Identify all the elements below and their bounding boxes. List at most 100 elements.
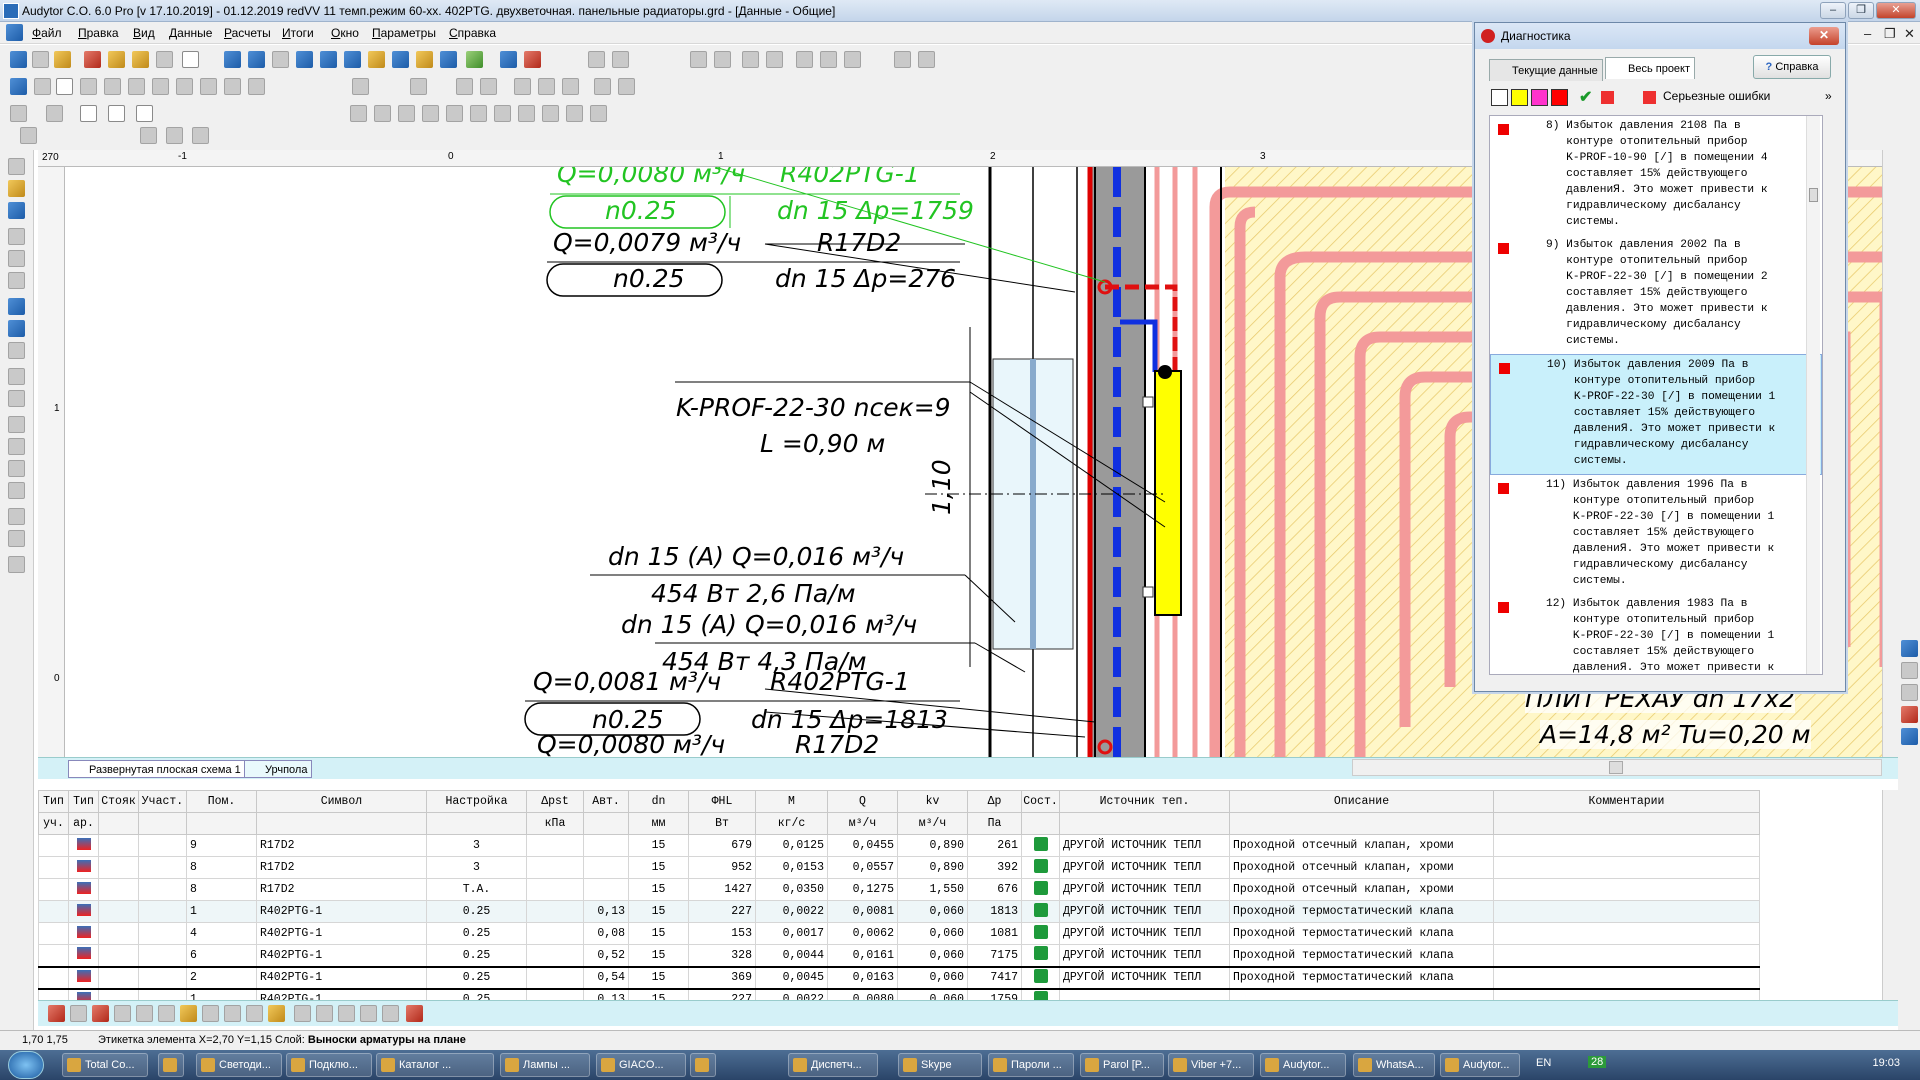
col-symbol[interactable]: Символ — [256, 790, 427, 813]
table-cell[interactable]: 0,060 — [897, 922, 968, 945]
draw-line-icon[interactable] — [352, 78, 369, 95]
drawing-vscroll[interactable] — [1882, 150, 1898, 757]
table-cell[interactable]: 952 — [688, 856, 756, 879]
bottom-tool-3-icon[interactable] — [92, 1005, 109, 1022]
menu-totals[interactable]: Итоги — [282, 26, 314, 40]
table-cell[interactable]: R402PTG-1 — [256, 900, 427, 923]
table-cell[interactable] — [38, 944, 69, 967]
table-cell[interactable]: R402PTG-1 — [256, 944, 427, 967]
col-description[interactable]: Описание — [1229, 790, 1494, 813]
valve-icon[interactable] — [416, 51, 433, 68]
table-cell[interactable] — [1021, 878, 1060, 901]
table-cell[interactable] — [526, 900, 584, 923]
table-cell[interactable]: 1 — [186, 988, 257, 1000]
help-button[interactable]: ? Справка — [1753, 55, 1831, 79]
hscroll-thumb[interactable] — [1609, 761, 1623, 774]
more-icon[interactable]: » — [1825, 89, 1832, 103]
diagnostics-list[interactable]: 8) Избыток давления 2108 Па в контуре от… — [1489, 115, 1823, 675]
table-cell[interactable]: 261 — [967, 834, 1022, 857]
table-cell[interactable] — [1229, 988, 1494, 1000]
table-cell[interactable] — [38, 856, 69, 879]
table-cell[interactable]: 15 — [628, 988, 689, 1000]
table-cell[interactable]: 1081 — [967, 922, 1022, 945]
right-tool-1-icon[interactable] — [1901, 640, 1918, 657]
label-flow-1[interactable]: Q=0,0079 м³/ч — [553, 228, 741, 257]
table-cell[interactable] — [68, 856, 99, 879]
taskbar-button[interactable]: Audytor... — [1260, 1053, 1346, 1077]
check-icon[interactable]: ✔ — [1579, 87, 1592, 107]
page-icon[interactable] — [272, 51, 289, 68]
label-setting-green[interactable]: n0.25 — [605, 196, 677, 225]
col-m[interactable]: M — [755, 790, 828, 813]
col-auto[interactable]: Авт. — [583, 790, 629, 813]
table-cell[interactable] — [138, 856, 187, 879]
insert-icon[interactable] — [514, 78, 531, 95]
minimize-button[interactable]: – — [1820, 2, 1846, 19]
bottom-tool-12-icon[interactable] — [294, 1005, 311, 1022]
table-cell[interactable] — [526, 878, 584, 901]
table-cell[interactable]: 0,0022 — [755, 988, 828, 1000]
tab-floor-level[interactable]: Урчпола — [244, 760, 313, 778]
table-cell[interactable]: 0,13 — [583, 900, 629, 923]
table-cell[interactable] — [38, 988, 69, 1000]
table-cell[interactable]: 0,060 — [897, 900, 968, 923]
table-cell[interactable] — [1021, 988, 1060, 1000]
label-flow-green[interactable]: Q=0,0080 м³/ч — [557, 167, 745, 188]
filter-icon[interactable] — [566, 105, 583, 122]
taskbar-button[interactable]: Total Co... — [62, 1053, 148, 1077]
table-cell[interactable]: 0,13 — [583, 988, 629, 1000]
table-row[interactable]: 1 R402PTG-1 0.25 0,13 15 227 0,0022 0,0080 0,060… — [38, 988, 1760, 1000]
table-cell[interactable]: 0,060 — [897, 965, 968, 990]
table-cell[interactable]: 369 — [688, 965, 756, 990]
col-kv[interactable]: kv — [897, 790, 968, 813]
table-cell[interactable] — [1493, 834, 1760, 857]
table-cell[interactable] — [98, 944, 139, 967]
table-cell[interactable]: 15 — [628, 878, 689, 901]
grid-small3-icon[interactable] — [192, 127, 209, 144]
error-marker-icon[interactable] — [1601, 91, 1614, 104]
diagnostics-titlebar[interactable]: Диагностика ✕ — [1475, 23, 1845, 49]
bottom-tool-9-icon[interactable] — [224, 1005, 241, 1022]
label-radiator-type[interactable]: K-PROF-22-30 nсек=9 — [676, 393, 951, 422]
table-cell[interactable]: 0,52 — [583, 944, 629, 967]
zoom-window-icon[interactable] — [152, 78, 169, 95]
table-cell[interactable] — [1493, 922, 1760, 945]
checkbox-a-icon[interactable] — [80, 105, 97, 122]
drawing-hscroll[interactable] — [1352, 759, 1882, 776]
table-cell[interactable] — [583, 878, 629, 901]
label-radiator-length[interactable]: L =0,90 м — [760, 429, 885, 458]
panel-icon[interactable] — [20, 127, 37, 144]
undo-icon[interactable] — [8, 368, 25, 385]
radiator[interactable] — [1154, 370, 1182, 616]
checkbox-b-icon[interactable] — [108, 105, 125, 122]
table-cell[interactable]: ДРУГОЙ ИСТОЧНИК ТЕПЛ — [1059, 944, 1230, 967]
table-cell[interactable]: ДРУГОЙ ИСТОЧНИК ТЕПЛ — [1059, 878, 1230, 901]
calc-icon[interactable] — [8, 556, 25, 573]
heat-icon[interactable] — [320, 51, 337, 68]
valve-down-icon[interactable] — [374, 105, 391, 122]
table-cell[interactable]: 7175 — [967, 944, 1022, 967]
taskbar-button[interactable]: GIACO... — [596, 1053, 686, 1077]
table-icon[interactable] — [296, 51, 313, 68]
table-cell[interactable] — [68, 944, 99, 967]
table-cell[interactable]: 0.25 — [426, 944, 527, 967]
table-cell[interactable]: 0.25 — [426, 922, 527, 945]
door-icon[interactable] — [132, 51, 149, 68]
preview-icon[interactable] — [8, 228, 25, 245]
tab-whole-project[interactable]: Весь проект — [1605, 57, 1696, 79]
label-valve-3[interactable]: R17D2 — [795, 730, 879, 757]
table-cell[interactable]: 153 — [688, 922, 756, 945]
menu-help[interactable]: Справка — [449, 26, 496, 40]
select-window-icon[interactable] — [10, 78, 27, 95]
delete-icon[interactable] — [8, 482, 25, 499]
table-cell[interactable] — [1021, 834, 1060, 857]
table-cell[interactable]: 227 — [688, 988, 756, 1000]
menu-parameters[interactable]: Параметры — [372, 26, 436, 40]
table-cell[interactable]: Проходной термостатический клапа — [1229, 965, 1494, 990]
taskbar-button[interactable]: WhatsA... — [1353, 1053, 1435, 1077]
start-button[interactable] — [8, 1051, 44, 1079]
table-cell[interactable] — [68, 834, 99, 857]
table-cell[interactable]: 0,890 — [897, 856, 968, 879]
col-comments[interactable]: Комментарии — [1493, 790, 1760, 813]
table-row[interactable]: 9 R17D2 3 15 679 0,0125 0,0455 0,890 261 ДРУГОЙ И… — [38, 834, 1760, 857]
